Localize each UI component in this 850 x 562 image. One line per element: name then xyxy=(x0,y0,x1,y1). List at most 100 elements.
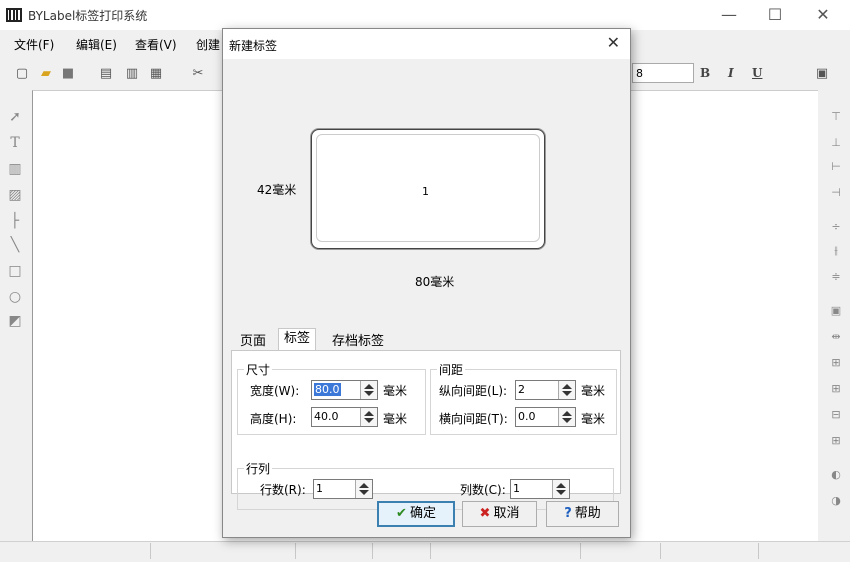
spinner-buttons[interactable] xyxy=(360,408,377,426)
rowcol-group-title: 行列 xyxy=(244,460,273,477)
align-bottom-icon[interactable]: ⊥ xyxy=(827,134,845,152)
cols-label: 列数(C): xyxy=(460,483,506,497)
status-divider xyxy=(580,543,581,559)
hgap-spinner[interactable]: 0.0 xyxy=(515,407,576,427)
center-vertical-icon[interactable]: ÷ xyxy=(827,218,845,236)
hgap-label: 横向间距(T): xyxy=(439,412,508,426)
status-divider xyxy=(372,543,373,559)
database-icon[interactable]: ▣ xyxy=(814,66,830,82)
open-folder-icon[interactable]: ▰ xyxy=(38,66,54,82)
cut-icon[interactable]: ✂ xyxy=(190,66,206,82)
rows-spinner[interactable]: 1 xyxy=(313,479,373,499)
question-icon: ? xyxy=(564,506,572,521)
ellipse-tool-icon[interactable]: ○ xyxy=(6,288,24,306)
center-horizontal-icon[interactable]: ⫲ xyxy=(827,242,845,260)
cols-value[interactable]: 1 xyxy=(513,482,520,495)
rotate-right-icon[interactable]: ◑ xyxy=(827,492,845,510)
image-tool-icon[interactable]: ▨ xyxy=(6,186,24,204)
gap-group: 间距 纵向间距(L): 2 毫米 横向间距(T): 0.0 毫米 xyxy=(430,361,617,435)
rows-value[interactable]: 1 xyxy=(316,482,323,495)
bold-button[interactable]: B xyxy=(700,66,710,80)
app-titlebar: BYLabel标签打印系统 — ☐ ✕ xyxy=(0,0,850,30)
help-button[interactable]: ? 帮助 xyxy=(546,501,619,527)
help-label: 帮助 xyxy=(574,506,601,521)
spinner-buttons[interactable] xyxy=(558,408,575,426)
gap-group-title: 间距 xyxy=(437,361,466,378)
same-height-icon[interactable]: ⊞ xyxy=(827,354,845,372)
x-icon: ✖ xyxy=(479,506,491,521)
rows-label: 行数(R): xyxy=(260,483,306,497)
same-width-icon[interactable]: ⇹ xyxy=(827,328,845,346)
spinner-buttons[interactable] xyxy=(558,381,575,399)
shape-tool-icon[interactable]: ◩ xyxy=(6,312,24,330)
diagonal-line-icon[interactable]: ╲ xyxy=(6,236,24,254)
align-right-icon[interactable]: ⊣ xyxy=(827,184,845,202)
width-dimension: 80毫米 xyxy=(415,275,455,289)
hgap-value[interactable]: 0.0 xyxy=(518,410,536,423)
vgap-unit: 毫米 xyxy=(581,384,606,398)
new-file-icon[interactable]: ▢ xyxy=(14,66,30,82)
width-label: 宽度(W): xyxy=(250,384,300,398)
tab-label[interactable]: 标签 xyxy=(278,328,317,352)
spinner-buttons[interactable] xyxy=(552,480,569,498)
status-divider xyxy=(660,543,661,559)
dialog-titlebar: 新建标签 ✕ xyxy=(223,29,630,59)
new-label-dialog: 新建标签 ✕ 1 42毫米 80毫米 页面 标签 存档标签 尺寸 宽度(W): … xyxy=(222,28,631,538)
align-left-icon[interactable]: ⊢ xyxy=(827,158,845,176)
rotate-left-icon[interactable]: ◐ xyxy=(827,466,845,484)
close-button[interactable]: ✕ xyxy=(800,0,846,30)
print-preview-icon[interactable]: ▥ xyxy=(124,66,140,82)
font-size-combo[interactable]: 8 xyxy=(632,63,694,83)
rectangle-tool-icon[interactable]: □ xyxy=(6,262,24,280)
check-icon: ✔ xyxy=(396,506,407,521)
dialog-close-button[interactable]: ✕ xyxy=(607,33,620,52)
ok-button[interactable]: ✔ 确定 xyxy=(377,501,455,527)
height-label: 高度(H): xyxy=(250,412,297,426)
status-bar xyxy=(0,541,850,562)
height-spinner[interactable]: 40.0 xyxy=(311,407,378,427)
menu-edit[interactable]: 编辑(E) xyxy=(76,36,117,53)
printer-icon[interactable]: ▦ xyxy=(148,66,164,82)
maximize-button[interactable]: ☐ xyxy=(752,0,798,30)
height-dimension: 42毫米 xyxy=(257,183,297,197)
menu-view[interactable]: 查看(V) xyxy=(135,36,177,53)
grid-icon[interactable]: ⊞ xyxy=(827,380,845,398)
italic-button[interactable]: I xyxy=(728,66,734,80)
ok-label: 确定 xyxy=(409,506,436,521)
label-number: 1 xyxy=(422,185,429,198)
height-value[interactable]: 40.0 xyxy=(314,410,339,423)
status-divider xyxy=(758,543,759,559)
width-value[interactable]: 80.0 xyxy=(314,383,341,396)
menu-create[interactable]: 创建 xyxy=(196,36,220,53)
left-toolbox: ➚ T ▥ ▨ ├ ╲ □ ○ ◩ xyxy=(0,90,30,540)
same-size-icon[interactable]: ▣ xyxy=(827,302,845,320)
status-divider xyxy=(430,543,431,559)
text-tool-icon[interactable]: T xyxy=(6,134,24,152)
minimize-button[interactable]: — xyxy=(706,0,752,30)
pointer-icon[interactable]: ➚ xyxy=(6,108,24,126)
spinner-buttons[interactable] xyxy=(360,381,377,399)
distribute-vertical-icon[interactable]: ≑ xyxy=(827,268,845,286)
label-preview: 1 xyxy=(311,129,545,249)
grid-v-icon[interactable]: ⊞ xyxy=(827,432,845,450)
align-top-icon[interactable]: ⊤ xyxy=(827,108,845,126)
vgap-spinner[interactable]: 2 xyxy=(515,380,576,400)
menu-file[interactable]: 文件(F) xyxy=(14,36,54,53)
height-unit: 毫米 xyxy=(383,412,408,426)
print-icon[interactable]: ▤ xyxy=(98,66,114,82)
app-title: BYLabel标签打印系统 xyxy=(28,9,148,23)
grid-h-icon[interactable]: ⊟ xyxy=(827,406,845,424)
vgap-value[interactable]: 2 xyxy=(518,383,525,396)
size-group: 尺寸 宽度(W): 80.0 毫米 高度(H): 40.0 毫米 xyxy=(237,361,426,435)
barcode-tool-icon[interactable]: ▥ xyxy=(6,160,24,178)
size-group-title: 尺寸 xyxy=(244,361,273,378)
width-spinner[interactable]: 80.0 xyxy=(311,380,378,400)
save-icon[interactable]: ■ xyxy=(60,66,76,82)
spinner-buttons[interactable] xyxy=(355,480,372,498)
cols-spinner[interactable]: 1 xyxy=(510,479,570,499)
cancel-button[interactable]: ✖ 取消 xyxy=(462,501,537,527)
underline-button[interactable]: U xyxy=(752,66,762,80)
vertical-line-icon[interactable]: ├ xyxy=(6,212,24,230)
status-divider xyxy=(150,543,151,559)
align-toolbox: ⊤ ⊥ ⊢ ⊣ ÷ ⫲ ≑ ▣ ⇹ ⊞ ⊞ ⊟ ⊞ ◐ ◑ xyxy=(820,90,850,540)
